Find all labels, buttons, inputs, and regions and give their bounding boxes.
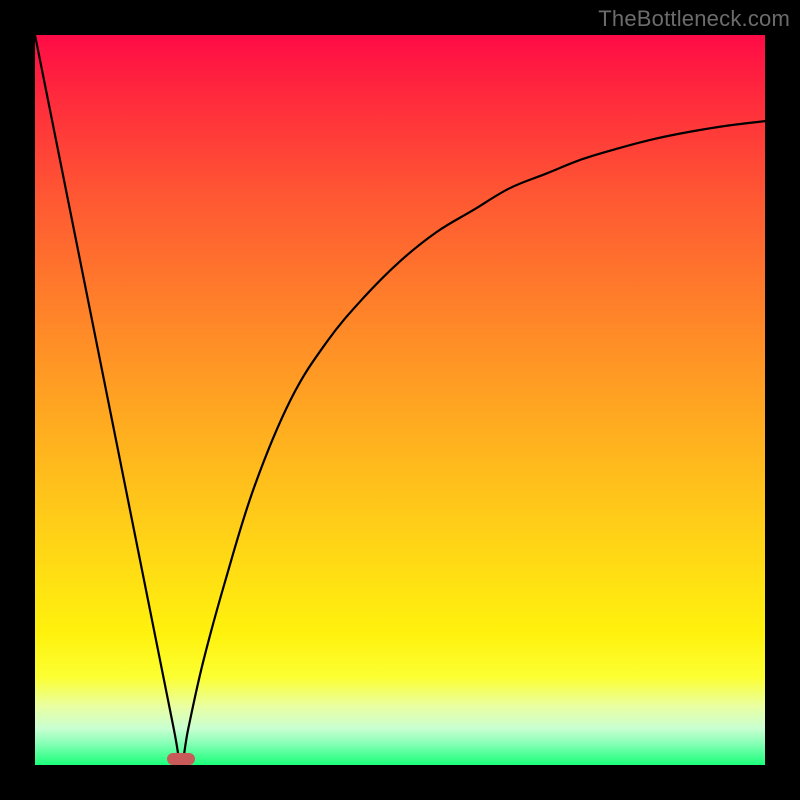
watermark-text: TheBottleneck.com: [598, 6, 790, 32]
chart-frame: TheBottleneck.com: [0, 0, 800, 800]
bottleneck-curve: [35, 35, 765, 765]
minimum-marker: [167, 753, 195, 765]
plot-area: [35, 35, 765, 765]
